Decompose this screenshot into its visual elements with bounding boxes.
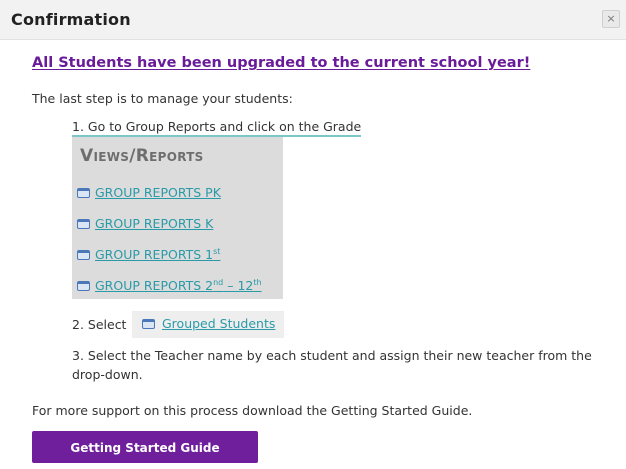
group-reports-k-link[interactable]: GROUP REPORTS K [77, 213, 213, 231]
calendar-icon [77, 218, 90, 229]
group-reports-2nd-12th-link[interactable]: GROUP REPORTS 2nd – 12th [77, 275, 262, 293]
confirmation-dialog: Confirmation × All Students have been up… [0, 0, 626, 469]
calendar-icon [142, 319, 155, 329]
getting-started-guide-button[interactable]: Getting Started Guide [32, 431, 258, 463]
dialog-title: Confirmation [11, 10, 131, 29]
upgrade-headline[interactable]: All Students have been upgraded to the c… [32, 55, 530, 71]
report-link-label: GROUP REPORTS PK [95, 185, 221, 200]
ordinal-suffix: nd [213, 277, 224, 287]
group-reports-1st-link[interactable]: GROUP REPORTS 1st [77, 244, 220, 262]
step-2-text: 2. Select [72, 317, 127, 332]
views-reports-title: Views/Reports [80, 146, 204, 166]
calendar-icon [77, 187, 90, 198]
group-reports-pk-link[interactable]: GROUP REPORTS PK [77, 182, 221, 200]
report-link-label: GROUP REPORTS K [95, 216, 214, 231]
step-3-text-continued: drop-down. [72, 367, 143, 382]
calendar-icon [77, 280, 90, 291]
calendar-icon [77, 249, 90, 260]
dialog-titlebar: Confirmation × [0, 0, 626, 40]
report-link-label: GROUP REPORTS 2nd – 12th [95, 277, 262, 294]
views-reports-panel: Views/Reports GROUP REPORTS PK GROUP REP… [72, 137, 283, 299]
ordinal-suffix: th [253, 277, 262, 287]
grouped-students-link[interactable]: Grouped Students [132, 311, 284, 338]
report-link-label: GROUP REPORTS 1st [95, 246, 221, 263]
step-1-text: 1. Go to Group Reports and click on the … [72, 119, 362, 137]
intro-text: The last step is to manage your students… [32, 91, 293, 106]
step-3-text: 3. Select the Teacher name by each stude… [72, 348, 592, 363]
close-icon[interactable]: × [602, 10, 620, 28]
grouped-students-label: Grouped Students [162, 316, 276, 331]
support-text: For more support on this process downloa… [32, 403, 473, 418]
ordinal-suffix: st [213, 246, 221, 256]
